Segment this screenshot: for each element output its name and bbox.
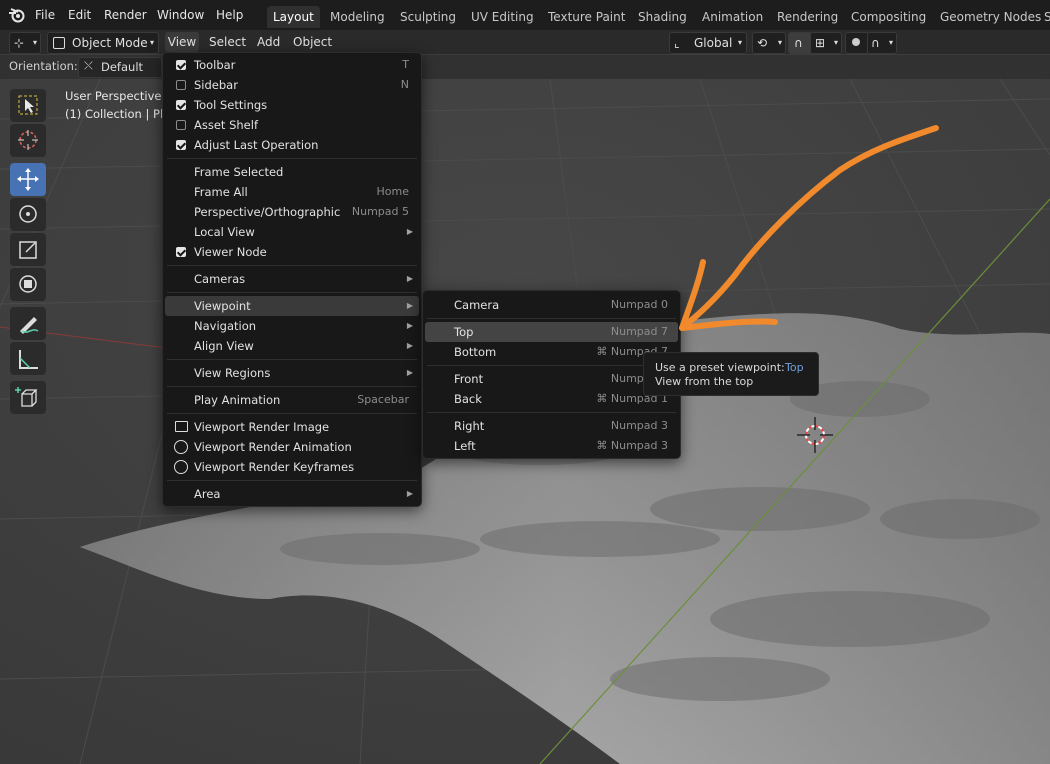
annotation-arrow: [679, 125, 939, 331]
